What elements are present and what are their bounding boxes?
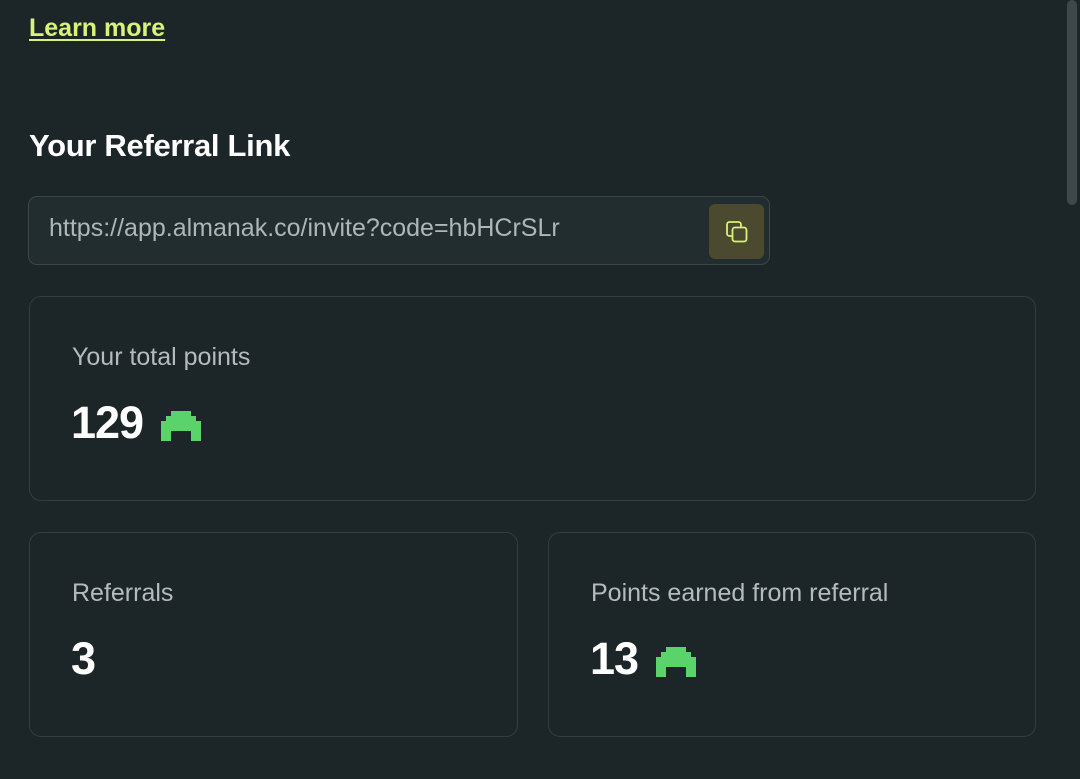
referral-points-label: Points earned from referral: [591, 579, 889, 607]
referral-points-value-row: 13: [590, 633, 697, 685]
referral-link-title: Your Referral Link: [29, 128, 291, 163]
copy-icon: [724, 219, 750, 245]
scrollbar-thumb[interactable]: [1067, 0, 1077, 205]
total-points-value-row: 129: [71, 397, 202, 449]
scrollbar[interactable]: [1064, 0, 1080, 779]
referral-points-value: 13: [590, 633, 639, 684]
learn-more-link[interactable]: Learn more: [29, 14, 165, 43]
referral-link-field[interactable]: https://app.almanak.co/invite?code=hbHCr…: [28, 196, 770, 265]
points-icon: [161, 411, 202, 441]
referral-points-card: Points earned from referral 13: [548, 532, 1036, 737]
total-points-card: Your total points 129: [29, 296, 1036, 501]
referrals-value-row: 3: [71, 633, 96, 685]
total-points-value: 129: [71, 397, 144, 448]
points-icon: [656, 647, 697, 677]
referrals-card: Referrals 3: [29, 532, 518, 737]
total-points-label: Your total points: [72, 343, 251, 371]
copy-link-button[interactable]: [709, 204, 764, 259]
referral-link-text: https://app.almanak.co/invite?code=hbHCr…: [49, 214, 560, 242]
referral-page: Learn more Your Referral Link https://ap…: [0, 0, 1080, 779]
referrals-label: Referrals: [72, 579, 174, 607]
referrals-value: 3: [71, 633, 96, 684]
